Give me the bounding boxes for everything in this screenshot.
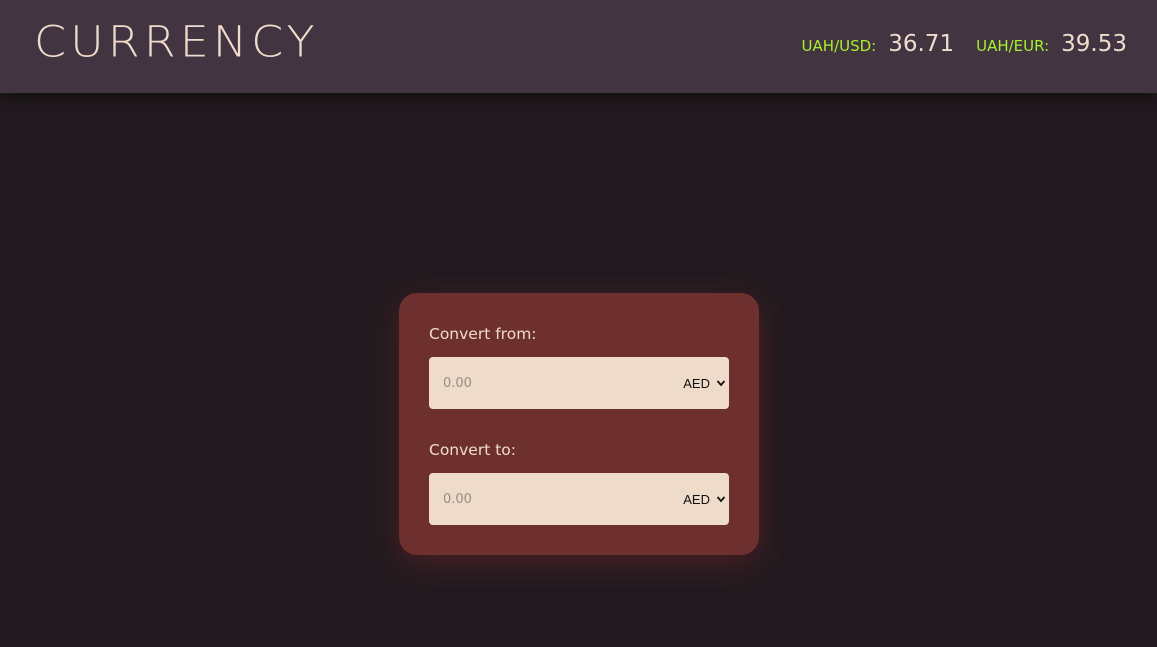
convert-to-input[interactable] [429, 473, 649, 525]
logo: CURRENCY [34, 17, 319, 67]
convert-from-field: AED [429, 357, 729, 409]
convert-to-currency-value: AED [683, 491, 710, 507]
convert-from-currency-select[interactable]: AED [683, 374, 726, 392]
convert-to-currency-select[interactable]: AED [683, 490, 726, 508]
rate-usd-value: 36.71 [888, 31, 955, 57]
chevron-down-icon [716, 380, 726, 387]
rate-eur-value: 39.53 [1061, 31, 1127, 57]
rate-eur-label: UAH/EUR: [976, 37, 1050, 55]
exchange-rates: UAH/USD: 36.71 UAH/EUR: 39.53 [802, 31, 1127, 57]
rate-eur: UAH/EUR: 39.53 [976, 31, 1127, 57]
header: CURRENCY UAH/USD: 36.71 UAH/EUR: 39.53 [0, 0, 1157, 93]
convert-to-label: Convert to: [429, 441, 516, 459]
converter-card: Convert from: AED Convert to: AED [399, 293, 759, 555]
chevron-down-icon [716, 496, 726, 503]
convert-to-field: AED [429, 473, 729, 525]
convert-from-input[interactable] [429, 357, 649, 409]
rate-usd-label: UAH/USD: [801, 37, 877, 55]
convert-from-currency-value: AED [683, 375, 710, 391]
convert-from-label: Convert from: [429, 325, 537, 343]
rate-usd: UAH/USD: 36.71 [802, 31, 955, 57]
